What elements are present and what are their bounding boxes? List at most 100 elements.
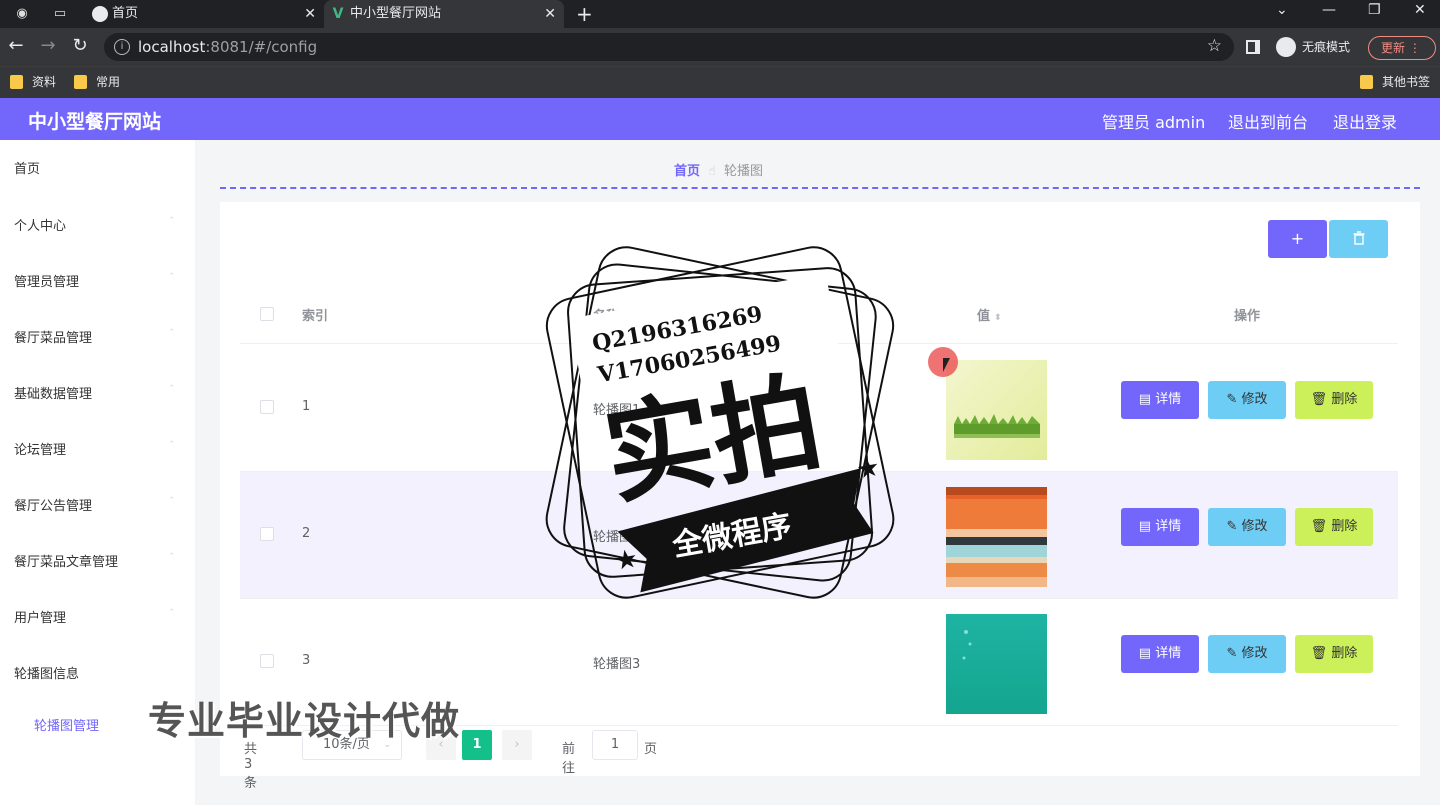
row-checkbox[interactable]: [260, 527, 274, 541]
update-button[interactable]: 更新 ⋮: [1368, 36, 1436, 60]
edit-button[interactable]: ✎ 修改: [1208, 508, 1286, 546]
chevron-icon: ⌃: [168, 272, 176, 282]
incognito-indicator[interactable]: 无痕模式: [1276, 36, 1350, 58]
folder-icon: [1360, 75, 1373, 89]
row-checkbox[interactable]: [260, 400, 274, 414]
watermark-stamp: Q2196316269 V17060256499 实拍 全微程序 ★ ★: [545, 246, 895, 599]
delete-button[interactable]: 🗑 删除: [1295, 508, 1373, 546]
chevron-icon: ⌃: [168, 496, 176, 506]
bookmark-label: 其他书签: [1382, 75, 1431, 89]
logout-link[interactable]: 退出登录: [1333, 109, 1397, 133]
bookmark-star-icon[interactable]: ☆: [1207, 36, 1222, 56]
cell-index: 3: [302, 653, 311, 668]
tab-restaurant[interactable]: V 中小型餐厅网站 ✕: [324, 0, 564, 28]
pagination-total: 共 3 条: [244, 742, 258, 791]
trash-icon: [1353, 231, 1364, 245]
app-header: 中小型餐厅网站 管理员 admin 退出到前台 退出登录: [0, 98, 1440, 140]
mouse-cursor-icon: [943, 358, 950, 372]
new-tab-icon[interactable]: +: [576, 2, 593, 26]
svg-text:★: ★: [854, 452, 882, 486]
edit-button[interactable]: ✎ 修改: [1208, 381, 1286, 419]
breadcrumb-home[interactable]: 首页: [674, 164, 700, 179]
minimize-icon[interactable]: —: [1322, 2, 1336, 18]
edit-button[interactable]: ✎ 修改: [1208, 635, 1286, 673]
side-panel-icon[interactable]: [1246, 40, 1260, 54]
detail-button[interactable]: ▤ 详情: [1121, 508, 1199, 546]
close-tab-icon[interactable]: ✕: [544, 0, 556, 28]
goto-label: 前往: [562, 742, 576, 776]
sidebar-item-users[interactable]: 用户管理: [14, 607, 66, 626]
vue-favicon-icon: V: [332, 6, 344, 22]
breadcrumb: 首页 ☝ 轮播图: [674, 160, 763, 179]
browser-tabbar: ◉ ▭ 首页 ✕ V 中小型餐厅网站 ✕ + ⌄ — ❐ ✕: [0, 0, 1440, 28]
chevron-icon: ⌃: [168, 384, 176, 394]
reload-icon[interactable]: ↻: [70, 36, 90, 56]
tab-home[interactable]: 首页 ✕: [86, 0, 324, 28]
incognito-icon: [1276, 37, 1296, 57]
sidebar-item-dishes[interactable]: 餐厅菜品管理: [14, 327, 92, 346]
globe-favicon-icon: [92, 6, 108, 22]
forward-icon[interactable]: →: [38, 36, 58, 56]
page-number-current[interactable]: 1: [462, 730, 492, 760]
exit-to-front-link[interactable]: 退出到前台: [1228, 109, 1308, 133]
detail-button[interactable]: ▤ 详情: [1121, 635, 1199, 673]
breadcrumb-current: 轮播图: [723, 164, 763, 179]
url-input[interactable]: i localhost:8081/#/config ☆: [104, 33, 1234, 61]
folder-icon: [10, 75, 23, 89]
delete-button[interactable]: 🗑 删除: [1295, 635, 1373, 673]
cell-index: 1: [302, 399, 311, 414]
detail-button[interactable]: ▤ 详情: [1121, 381, 1199, 419]
close-tab-icon[interactable]: ✕: [304, 0, 316, 28]
stripes-image[interactable]: [946, 487, 1047, 587]
sidebar-item-profile[interactable]: 个人中心: [14, 215, 66, 234]
add-button[interactable]: +: [1268, 220, 1327, 258]
site-title: 中小型餐厅网站: [28, 111, 162, 133]
other-bookmarks[interactable]: 其他书签: [1360, 74, 1430, 90]
bookmark-label: 常用: [96, 75, 121, 89]
teal-image[interactable]: [946, 614, 1047, 714]
bookmark-label: 资料: [32, 75, 57, 89]
select-all-checkbox[interactable]: [260, 307, 274, 321]
watermark-caption: 专业毕业设计代做: [148, 699, 461, 743]
sidebar-item-carousel[interactable]: 轮播图信息: [14, 663, 79, 682]
sidebar-subitem-carousel-manage[interactable]: 轮播图管理: [34, 715, 99, 734]
cell-index: 2: [302, 526, 311, 541]
next-page-button[interactable]: ›: [502, 730, 532, 760]
sidebar-item-forum[interactable]: 论坛管理: [14, 439, 66, 458]
back-icon[interactable]: ←: [6, 36, 26, 56]
goto-page-input[interactable]: 1: [592, 730, 638, 760]
sidebar-item-basedata[interactable]: 基础数据管理: [14, 383, 92, 402]
column-value[interactable]: 值 ⬍: [977, 305, 1002, 324]
address-bar: ← → ↻ i localhost:8081/#/config ☆ 无痕模式 更…: [0, 28, 1440, 66]
bookmark-folder[interactable]: 常用: [74, 74, 120, 90]
incognito-label: 无痕模式: [1302, 40, 1351, 54]
divider: [220, 187, 1420, 189]
update-label: 更新: [1381, 41, 1406, 55]
sidebar-item-home[interactable]: 首页: [14, 158, 40, 177]
bookmark-folder[interactable]: 资料: [10, 74, 56, 90]
column-actions: 操作: [1234, 309, 1261, 324]
cell-name: 轮播图3: [593, 657, 641, 672]
batch-delete-button[interactable]: [1329, 220, 1388, 258]
maximize-icon[interactable]: ❐: [1368, 2, 1381, 18]
tab-title: 中小型餐厅网站: [350, 6, 442, 21]
row-checkbox[interactable]: [260, 654, 274, 668]
tab-search-icon[interactable]: ▭: [52, 6, 68, 22]
folder-icon: [74, 75, 87, 89]
sidebar-item-notices[interactable]: 餐厅公告管理: [14, 495, 92, 514]
close-window-icon[interactable]: ✕: [1414, 2, 1426, 18]
chevron-down-icon[interactable]: ⌄: [1276, 2, 1288, 18]
chevron-icon: ⌃: [168, 608, 176, 618]
chevron-icon: ⌃: [168, 440, 176, 450]
chevron-icon: ⌃: [168, 216, 176, 226]
info-icon[interactable]: i: [114, 39, 130, 55]
delete-button[interactable]: 🗑 删除: [1295, 381, 1373, 419]
chevron-icon: ⌃: [168, 328, 176, 338]
sidebar-item-articles[interactable]: 餐厅菜品文章管理: [14, 551, 118, 570]
sort-icon[interactable]: ⬍: [994, 313, 1002, 323]
admin-label: 管理员 admin: [1102, 113, 1206, 132]
globe-icon[interactable]: ◉: [14, 6, 30, 22]
grass-image[interactable]: [946, 360, 1047, 460]
column-index: 索引: [302, 309, 329, 324]
sidebar-item-admins[interactable]: 管理员管理: [14, 271, 79, 290]
